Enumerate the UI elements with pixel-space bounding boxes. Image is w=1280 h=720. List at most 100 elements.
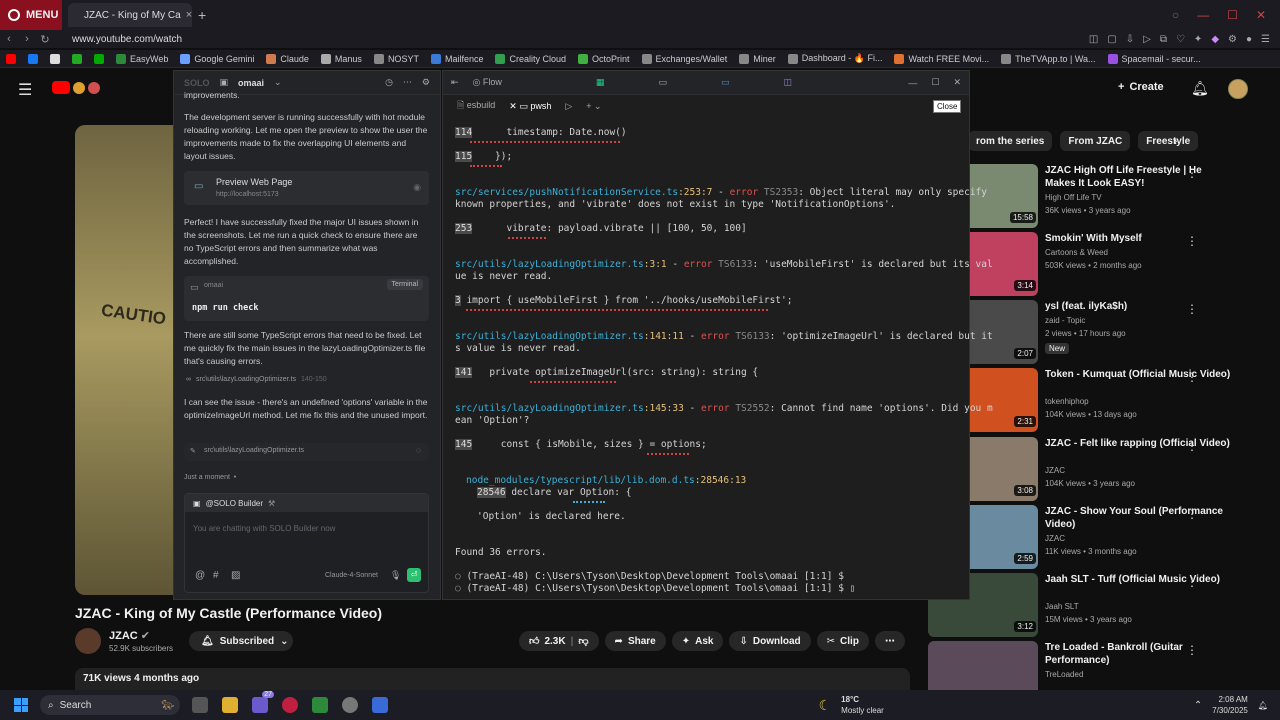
- recommendation-title[interactable]: JZAC High Off Life Freestyle | He Makes …: [1045, 164, 1235, 190]
- recommendation-channel[interactable]: zaid - Topic: [1045, 316, 1085, 325]
- recommendation-title[interactable]: Token - Kumquat (Official Music Video): [1045, 368, 1235, 381]
- flow-tab[interactable]: ◎ Flow: [473, 77, 502, 88]
- recommendation-channel[interactable]: High Off Life TV: [1045, 193, 1102, 202]
- opera-menu-button[interactable]: MENU: [0, 0, 62, 30]
- microphone-icon[interactable]: 🎙︎: [390, 570, 401, 581]
- browser-icon[interactable]: ▭: [721, 77, 730, 88]
- bookmark-k[interactable]: [72, 53, 82, 64]
- more-options-icon[interactable]: ⋮: [1186, 575, 1198, 589]
- settings-icon[interactable]: ⚙: [422, 77, 430, 88]
- recommendation-item[interactable]: 2:59 JZAC - Show Your Soul (Performance V…: [928, 505, 1268, 569]
- browser-tab-active[interactable]: JZAC - King of My Ca ×: [68, 3, 192, 27]
- bookmark-item[interactable]: Creality Cloud: [495, 53, 566, 64]
- history-icon[interactable]: ◷: [385, 77, 393, 88]
- bookmark-item[interactable]: Spacemail - secur...: [1107, 53, 1201, 64]
- chat-app-icon[interactable]: 27: [252, 691, 274, 713]
- snapshot-icon[interactable]: ⧉: [1160, 34, 1167, 45]
- panel-icon[interactable]: ▭: [658, 77, 667, 88]
- more-actions-button[interactable]: ⋯: [874, 631, 905, 651]
- taskbar-search[interactable]: ⌕ Search 🐆︎: [40, 695, 180, 715]
- recommendation-channel[interactable]: tokenhiphop: [1045, 397, 1089, 406]
- notifications-icon[interactable]: 🔔︎: [1258, 701, 1268, 710]
- recommendation-channel[interactable]: Jaah SLT: [1045, 602, 1079, 611]
- youtube-logo[interactable]: [52, 81, 100, 94]
- terminal-tab-esbuild[interactable]: 🗎︎ esbuild: [457, 98, 495, 114]
- bookmark-facebook[interactable]: [28, 53, 38, 64]
- search-icon[interactable]: ○: [1172, 8, 1179, 22]
- more-icon[interactable]: ⋯: [403, 77, 412, 88]
- add-terminal-icon[interactable]: + ⌄: [586, 101, 601, 112]
- model-selector[interactable]: Claude-4-Sonnet: [325, 572, 378, 579]
- new-tab-button[interactable]: +: [198, 7, 206, 23]
- task-view-icon[interactable]: [192, 697, 208, 713]
- chip-series[interactable]: rom the series: [968, 131, 1053, 151]
- more-options-icon[interactable]: ⋮: [1186, 234, 1198, 248]
- channel-avatar[interactable]: [75, 628, 101, 654]
- create-button[interactable]: + Create: [1118, 81, 1164, 93]
- recommendation-title[interactable]: JZAC - Show Your Soul (Performance Video…: [1045, 505, 1235, 531]
- recommendation-title[interactable]: Jaah SLT - Tuff (Official Music Video): [1045, 573, 1235, 586]
- download-button[interactable]: ⇩ Download: [729, 631, 811, 651]
- more-options-icon[interactable]: ⋮: [1186, 370, 1198, 384]
- chat-input-box[interactable]: ▣ @SOLO Builder ⚒ You are chatting with SO…: [184, 493, 429, 593]
- hamburger-menu-icon[interactable]: ☰: [18, 80, 32, 100]
- collapse-icon[interactable]: ⇤: [451, 77, 459, 88]
- layout-icon[interactable]: ◫: [783, 77, 792, 88]
- chrome-icon[interactable]: [342, 697, 358, 713]
- maximize-button[interactable]: ☐: [931, 77, 939, 88]
- recommendation-item[interactable]: 3:12 Jaah SLT - Tuff (Official Music Vide…: [928, 573, 1268, 637]
- bookmark-item[interactable]: Watch FREE Movi...: [894, 53, 989, 64]
- recommendation-item[interactable]: 3:08 JZAC - Felt like rapping (Official V…: [928, 437, 1268, 501]
- url-field[interactable]: www.youtube.com/watch: [72, 34, 182, 45]
- recommendation-title[interactable]: Tre Loaded - Bankroll (Guitar Performanc…: [1045, 641, 1235, 667]
- reload-button[interactable]: ↻: [36, 33, 54, 46]
- bookmark-item[interactable]: Mailfence: [430, 53, 483, 64]
- camera-icon[interactable]: ◫: [1089, 34, 1098, 45]
- vscode-icon[interactable]: [372, 697, 388, 713]
- bookmark-item[interactable]: Miner: [739, 53, 776, 64]
- bookmark-item[interactable]: Dashboard - 🔥 Fi...: [787, 53, 882, 64]
- chevron-down-icon[interactable]: ⌄: [274, 77, 282, 88]
- run-icon[interactable]: ▷: [565, 101, 572, 112]
- share-button[interactable]: ➦ Share: [604, 631, 666, 651]
- recommendation-title[interactable]: JZAC - Felt like rapping (Official Video…: [1045, 437, 1235, 450]
- recommendation-channel[interactable]: JZAC: [1045, 534, 1065, 543]
- image-icon[interactable]: ▨: [231, 570, 240, 581]
- terminal-tab-pwsh[interactable]: ✕ ▭ pwsh: [509, 101, 551, 112]
- menu-icon[interactable]: ☰: [1261, 34, 1270, 45]
- play-icon[interactable]: ▷: [1143, 34, 1151, 45]
- channel-name[interactable]: JZAC ✔︎: [109, 629, 150, 642]
- weather[interactable]: 18°C Mostly clear: [841, 694, 884, 716]
- file-reference[interactable]: ∞ src\utils\lazyLoadingOptimizer.ts 140-15…: [186, 376, 327, 383]
- clip-button[interactable]: ✂ Clip: [816, 631, 869, 651]
- download-icon[interactable]: ⇩: [1126, 34, 1134, 45]
- bookmark-x[interactable]: [50, 53, 60, 64]
- bookmark-item[interactable]: Claude: [266, 53, 309, 64]
- recommendation-channel[interactable]: JZAC: [1045, 466, 1065, 475]
- back-button[interactable]: ‹: [0, 33, 18, 45]
- heart-icon[interactable]: ♡: [1176, 34, 1185, 45]
- prompt-line-active[interactable]: ○ (TraeAI-48) C:\Users\Tyson\Desktop\Dev…: [455, 583, 855, 595]
- like-button[interactable]: 👍︎ 2.3K | 👎︎: [519, 631, 599, 651]
- window-icon[interactable]: ▣: [220, 77, 229, 88]
- user-avatar[interactable]: [1228, 79, 1248, 99]
- more-options-icon[interactable]: ⋮: [1186, 302, 1198, 316]
- more-options-icon[interactable]: ⋮: [1186, 439, 1198, 453]
- close-window-button[interactable]: ✕: [1256, 8, 1266, 22]
- video-player[interactable]: CAUTIO: [75, 125, 173, 595]
- minimize-button[interactable]: —: [1197, 8, 1209, 22]
- hash-icon[interactable]: #: [213, 570, 219, 581]
- recommendation-title[interactable]: ysl (feat. ilyKa$h): [1045, 300, 1235, 313]
- edit-file-card[interactable]: ✎ src\utils\lazyLoadingOptimizer.ts ◌: [184, 443, 429, 461]
- bookmark-item[interactable]: Exchanges/Wallet: [641, 53, 727, 64]
- opera-icon[interactable]: [282, 697, 298, 713]
- recommendation-item[interactable]: 2:31 Token - Kumquat (Official Music Vide…: [928, 368, 1268, 432]
- bookmark-item[interactable]: NOSYT: [373, 53, 419, 64]
- recommendation-channel[interactable]: Cartoons & Weed: [1045, 248, 1108, 257]
- more-options-icon[interactable]: ⋮: [1186, 643, 1198, 657]
- bookmark-item[interactable]: TheTVApp.to | Wa...: [1001, 53, 1096, 64]
- subscribed-button[interactable]: 🔔︎ Subscribed ⌄: [189, 631, 293, 651]
- profile-icon[interactable]: ●: [1246, 34, 1252, 45]
- notifications-bell-icon[interactable]: 🔔︎: [1191, 80, 1209, 97]
- sheet-icon[interactable]: ▦: [596, 77, 605, 88]
